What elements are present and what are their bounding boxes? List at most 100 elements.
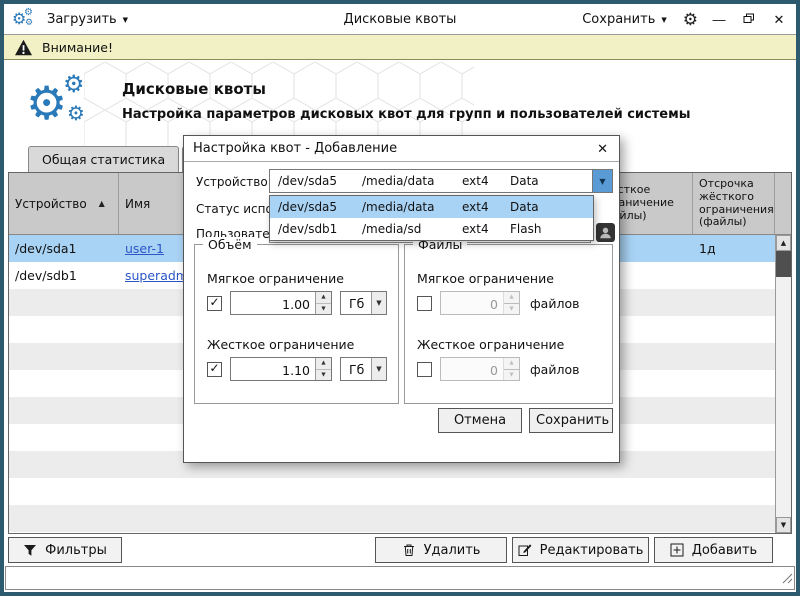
soft-limit-files-checkbox[interactable] bbox=[417, 296, 432, 311]
maximize-button[interactable] bbox=[740, 13, 758, 26]
scroll-up-button[interactable]: ▲ bbox=[776, 235, 791, 251]
tab-general-statistics[interactable]: Общая статистика bbox=[28, 146, 179, 172]
chevron-down-icon: ▼ bbox=[371, 292, 386, 314]
soft-limit-files-label: Мягкое ограничение bbox=[417, 271, 554, 286]
hard-limit-checkbox[interactable]: ✓ bbox=[207, 362, 222, 377]
minimize-button[interactable]: — bbox=[710, 13, 728, 26]
column-header-label: Отсрочка жёсткого ограничения (файлы) bbox=[699, 178, 774, 230]
spin-up-button[interactable]: ▲ bbox=[504, 292, 519, 304]
filters-label: Фильтры bbox=[45, 543, 107, 558]
option-device: /dev/sdb1 bbox=[270, 222, 362, 236]
spin-down-button[interactable]: ▼ bbox=[504, 370, 519, 381]
user-link[interactable]: user-1 bbox=[125, 241, 164, 256]
option-mount: /media/data bbox=[362, 200, 462, 214]
spin-up-button[interactable]: ▲ bbox=[316, 358, 331, 370]
edit-button[interactable]: Редактировать bbox=[512, 537, 649, 563]
option-volume: Flash bbox=[510, 222, 593, 236]
column-header-label: Устройство bbox=[15, 197, 87, 211]
vertical-scrollbar[interactable]: ▲ ▼ bbox=[775, 235, 791, 533]
files-suffix-label: файлов bbox=[530, 362, 579, 377]
unit-value: Гб bbox=[341, 296, 371, 311]
soft-limit-unit-select[interactable]: Гб ▼ bbox=[340, 291, 387, 315]
sort-ascending-icon: ▲ bbox=[99, 199, 105, 208]
spin-up-button[interactable]: ▲ bbox=[316, 292, 331, 304]
cancel-button[interactable]: Отмена bbox=[438, 408, 522, 433]
delete-button[interactable]: Удалить bbox=[375, 537, 507, 563]
cell-device: /dev/sdb1 bbox=[9, 262, 119, 289]
volume-group-legend: Объём bbox=[203, 237, 257, 252]
dialog-close-button[interactable]: ✕ bbox=[595, 141, 610, 157]
gear-icon: ⚙ bbox=[683, 10, 698, 29]
option-volume: Data bbox=[510, 200, 593, 214]
spin-down-button[interactable]: ▼ bbox=[316, 304, 331, 315]
device-dropdown-list: /dev/sda5 /media/data ext4 Data /dev/sdb… bbox=[269, 195, 594, 241]
titlebar: ⚙ ⚙ ⚙ Загрузить ▼ Дисковые квоты Сохрани… bbox=[4, 4, 796, 34]
device-combobox[interactable]: /dev/sda5 /media/data ext4 Data ▼ bbox=[269, 169, 613, 193]
column-header-grace-files[interactable]: Отсрочка жёсткого ограничения (файлы) bbox=[693, 173, 775, 234]
combo-volume-value: Data bbox=[510, 174, 592, 188]
status-bar bbox=[5, 566, 795, 590]
tab-label: Общая статистика bbox=[42, 152, 165, 167]
page-header: ⚙ ⚙ ⚙ Дисковые квоты Настройка параметро… bbox=[4, 60, 796, 146]
device-option[interactable]: /dev/sda5 /media/data ext4 Data bbox=[270, 196, 593, 218]
page-title: Дисковые квоты bbox=[122, 80, 690, 98]
gear-icon: ⚙ bbox=[26, 80, 67, 126]
warning-text: Внимание! bbox=[42, 40, 113, 55]
restore-icon bbox=[743, 13, 755, 26]
device-option[interactable]: /dev/sdb1 /media/sd ext4 Flash bbox=[270, 218, 593, 240]
close-icon: ✕ bbox=[597, 141, 608, 156]
close-button[interactable]: ✕ bbox=[770, 13, 788, 26]
warning-banner: Внимание! bbox=[4, 34, 796, 60]
column-header-device[interactable]: Устройство ▲ bbox=[9, 173, 119, 234]
save-menu-button[interactable]: Сохранить ▼ bbox=[578, 8, 671, 31]
add-label: Добавить bbox=[692, 543, 757, 558]
spin-down-button[interactable]: ▼ bbox=[316, 370, 331, 381]
column-header-label: Имя bbox=[125, 197, 150, 211]
caret-down-icon: ▼ bbox=[781, 521, 786, 529]
scrollbar-thumb[interactable] bbox=[776, 251, 791, 277]
gear-icon: ⚙ bbox=[25, 19, 33, 28]
scrollbar-track[interactable] bbox=[776, 251, 791, 517]
combo-device-value: /dev/sda5 bbox=[270, 174, 362, 188]
hard-limit-label: Жесткое ограничение bbox=[207, 337, 354, 352]
soft-limit-files-spinbox[interactable]: 0 ▲ ▼ bbox=[440, 291, 520, 315]
dialog-titlebar: Настройка квот - Добавление ✕ bbox=[184, 136, 619, 162]
cell-grace-files bbox=[693, 262, 775, 289]
save-button[interactable]: Сохранить bbox=[529, 408, 613, 433]
soft-limit-spinbox[interactable]: 1.00 ▲ ▼ bbox=[230, 291, 332, 315]
caret-up-icon: ▲ bbox=[781, 239, 786, 247]
table-row bbox=[9, 505, 775, 532]
edit-icon bbox=[518, 543, 532, 557]
cell-grace-files: 1д bbox=[693, 235, 775, 262]
settings-gear-button[interactable]: ⚙ bbox=[683, 11, 698, 28]
soft-limit-label: Мягкое ограничение bbox=[207, 271, 344, 286]
soft-limit-checkbox[interactable]: ✓ bbox=[207, 296, 222, 311]
combo-fs-value: ext4 bbox=[462, 174, 510, 188]
unit-value: Гб bbox=[341, 362, 371, 377]
spin-down-button[interactable]: ▼ bbox=[504, 304, 519, 315]
hard-limit-files-checkbox[interactable] bbox=[417, 362, 432, 377]
scroll-down-button[interactable]: ▼ bbox=[776, 517, 791, 533]
hard-limit-files-spinbox[interactable]: 0 ▲ ▼ bbox=[440, 357, 520, 381]
gear-icon: ⚙ bbox=[67, 103, 85, 123]
resize-grip[interactable] bbox=[782, 569, 793, 588]
filters-button[interactable]: Фильтры bbox=[8, 537, 122, 563]
minimize-icon: — bbox=[713, 13, 726, 26]
combo-dropdown-button[interactable]: ▼ bbox=[592, 170, 612, 192]
hard-limit-spinbox[interactable]: 1.10 ▲ ▼ bbox=[230, 357, 332, 381]
user-link[interactable]: superadmin bbox=[125, 268, 187, 283]
cell-device: /dev/sda1 bbox=[9, 235, 119, 262]
hard-limit-unit-select[interactable]: Гб ▼ bbox=[340, 357, 387, 381]
add-button[interactable]: Добавить bbox=[654, 537, 773, 563]
files-group: Файлы Мягкое ограничение 0 ▲ ▼ файлов Же… bbox=[404, 244, 613, 404]
load-menu-label: Загрузить bbox=[47, 12, 117, 27]
quota-dialog: Настройка квот - Добавление ✕ Устройство… bbox=[183, 135, 620, 463]
gear-icon: ⚙ bbox=[63, 72, 85, 96]
app-window: ⚙ ⚙ ⚙ Загрузить ▼ Дисковые квоты Сохрани… bbox=[0, 0, 800, 596]
load-menu-button[interactable]: Загрузить ▼ bbox=[43, 8, 132, 31]
spin-up-button[interactable]: ▲ bbox=[504, 358, 519, 370]
column-header-name[interactable]: Имя bbox=[119, 173, 187, 234]
cell-name: superadmin bbox=[119, 262, 187, 289]
select-user-button[interactable] bbox=[595, 223, 615, 243]
save-menu-label: Сохранить bbox=[582, 12, 655, 27]
